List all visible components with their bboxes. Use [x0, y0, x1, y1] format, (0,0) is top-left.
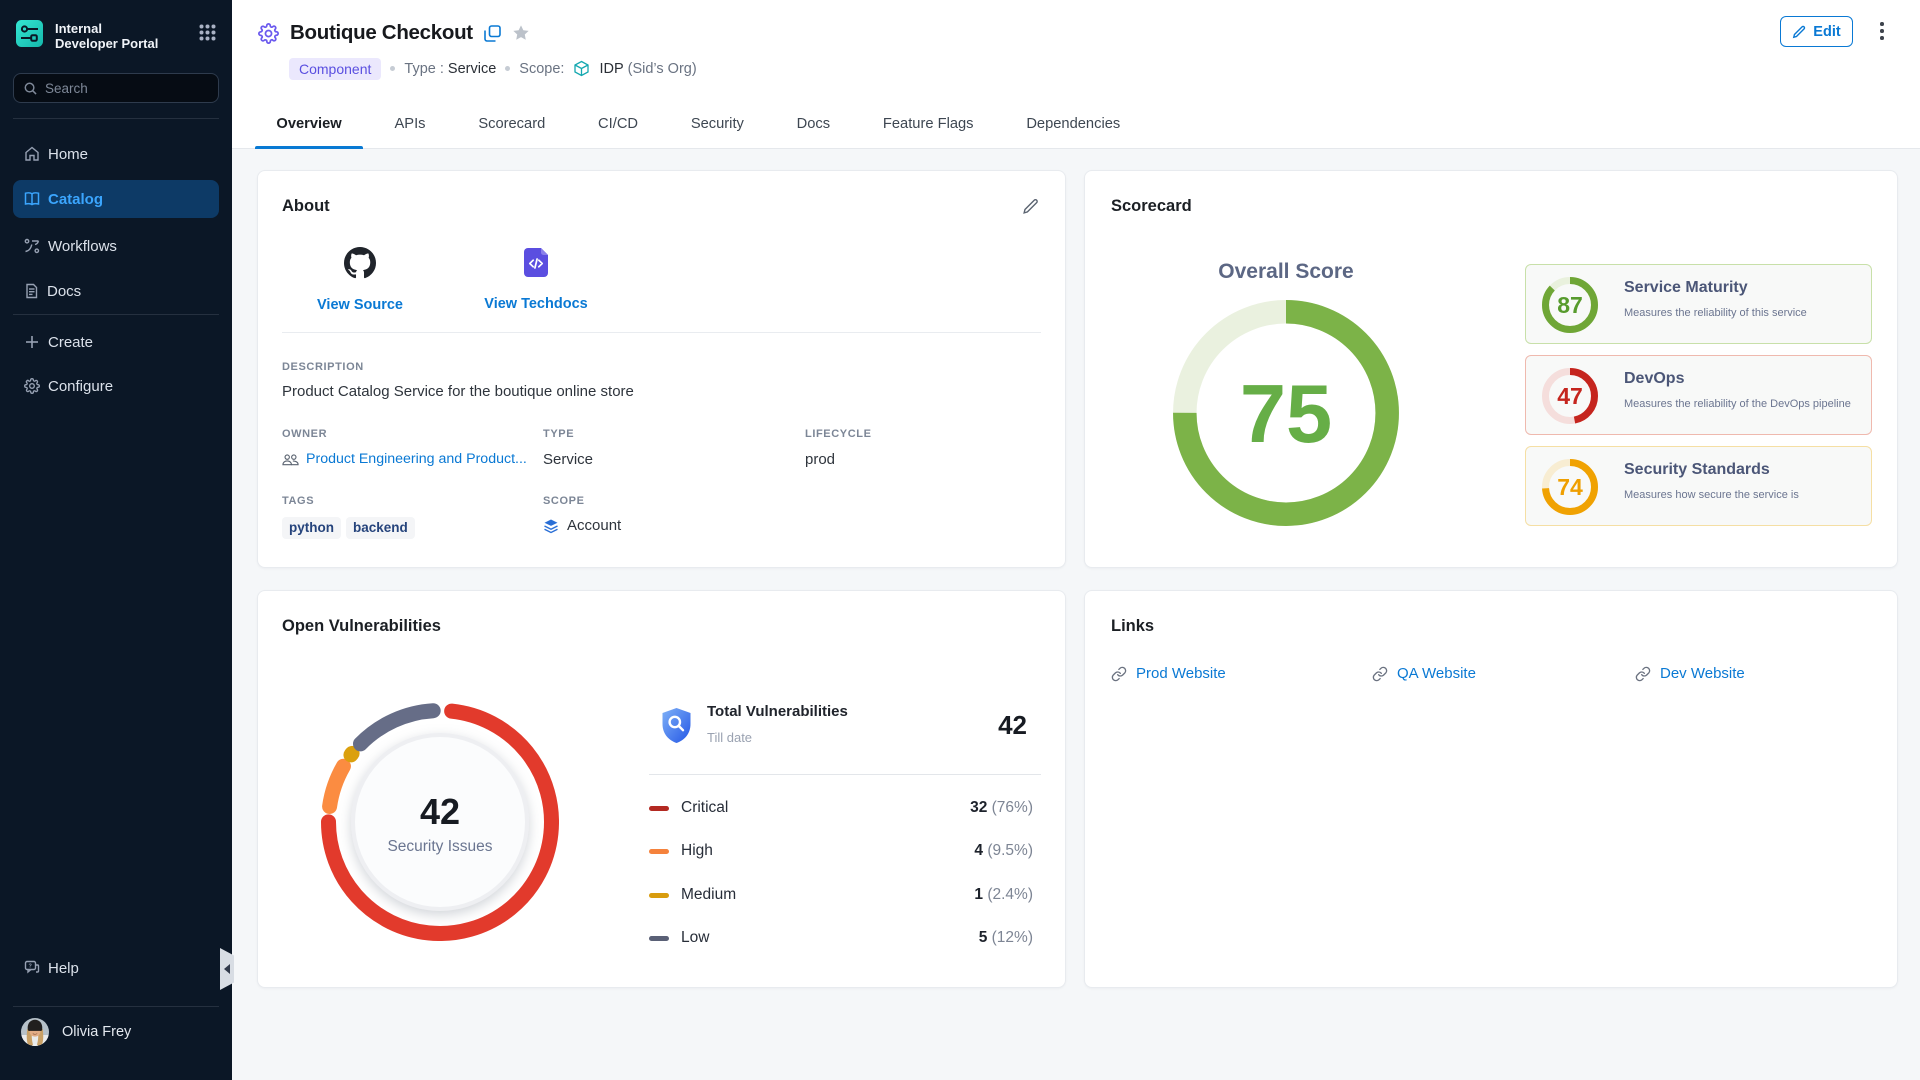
svg-text:75: 75	[1240, 367, 1332, 460]
svg-text:?: ?	[29, 963, 33, 969]
